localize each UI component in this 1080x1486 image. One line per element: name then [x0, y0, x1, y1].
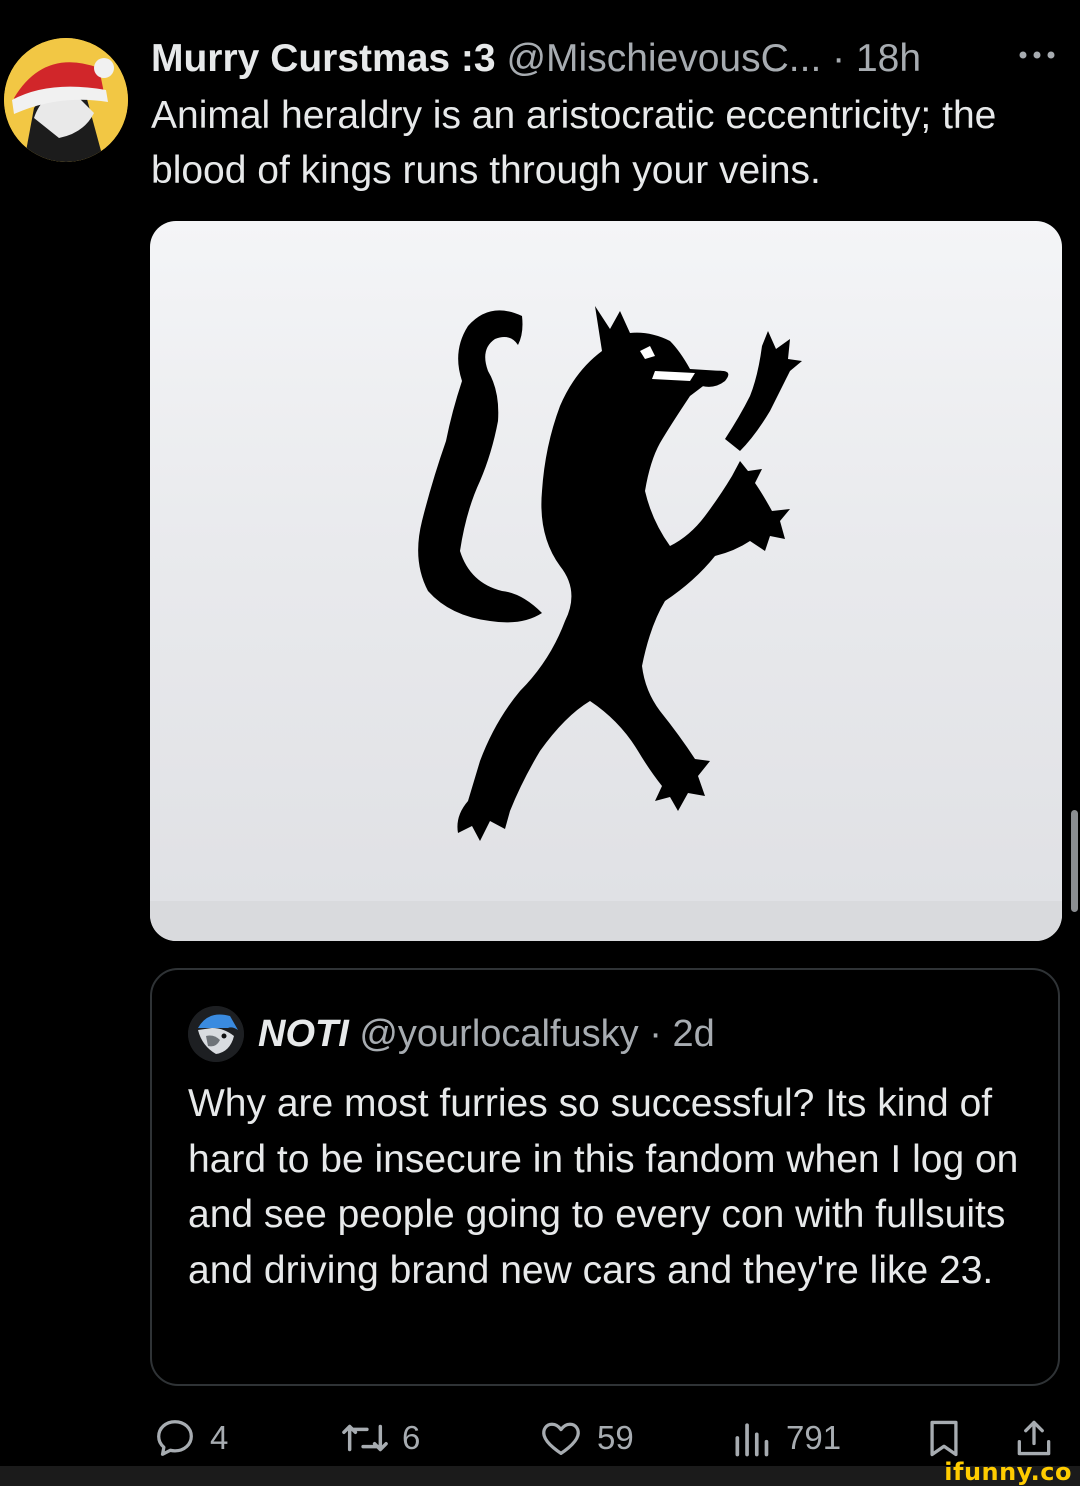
quoted-author-display-name[interactable]: NOTI — [258, 1013, 349, 1055]
like-count: 59 — [597, 1419, 634, 1456]
ifunny-watermark: ifunny.co — [944, 1458, 1072, 1486]
avatar-image — [4, 38, 128, 162]
tweet-action-bar: 4 6 59 791 — [0, 1408, 1080, 1468]
author-handle[interactable]: @MischievousC... — [506, 37, 821, 80]
header-separator: · — [832, 37, 846, 80]
reply-count: 4 — [210, 1419, 229, 1456]
tweet-header: Murry Curstmas :3 @MischievousC... · 18h — [151, 32, 1061, 86]
retweet-button[interactable]: 6 — [340, 1408, 420, 1468]
share-icon — [1017, 1420, 1051, 1456]
quoted-author-avatar[interactable] — [188, 1006, 244, 1062]
quoted-tweet-text: Why are most furries so successful? Its … — [188, 1082, 1019, 1292]
bottom-bar — [0, 1466, 1080, 1486]
scrollbar-thumb[interactable] — [1071, 810, 1078, 912]
quoted-header-separator: · — [649, 1013, 662, 1055]
more-options-icon[interactable] — [1014, 40, 1060, 70]
tweet-text: Animal heraldry is an aristocratic eccen… — [151, 94, 997, 192]
reply-icon — [157, 1420, 193, 1456]
views-chart-icon — [735, 1423, 769, 1457]
retweet-count: 6 — [402, 1419, 421, 1456]
quoted-author-handle[interactable]: @yourlocalfusky — [359, 1013, 638, 1055]
views-button[interactable]: 791 — [730, 1408, 841, 1468]
quoted-tweet-header: NOTI @yourlocalfusky · 2d — [258, 1008, 715, 1060]
quoted-tweet-card[interactable]: NOTI @yourlocalfusky · 2d Why are most f… — [150, 968, 1060, 1386]
tweet-media-image[interactable] — [150, 221, 1062, 941]
tweet-detail-screen: Murry Curstmas :3 @MischievousC... · 18h… — [0, 0, 1080, 1486]
wolf-rampant-heraldry-icon — [150, 306, 1062, 941]
tweet-timestamp[interactable]: 18h — [856, 37, 921, 80]
author-avatar[interactable] — [4, 38, 128, 162]
author-display-name[interactable]: Murry Curstmas :3 — [151, 37, 496, 80]
reply-button[interactable]: 4 — [152, 1408, 228, 1468]
like-button[interactable]: 59 — [537, 1408, 634, 1468]
bookmark-icon — [930, 1420, 958, 1457]
views-count: 791 — [786, 1419, 842, 1456]
avatar-image — [188, 1006, 244, 1062]
retweet-icon — [342, 1424, 388, 1452]
quoted-tweet-timestamp[interactable]: 2d — [672, 1013, 714, 1055]
heart-icon — [542, 1422, 580, 1455]
